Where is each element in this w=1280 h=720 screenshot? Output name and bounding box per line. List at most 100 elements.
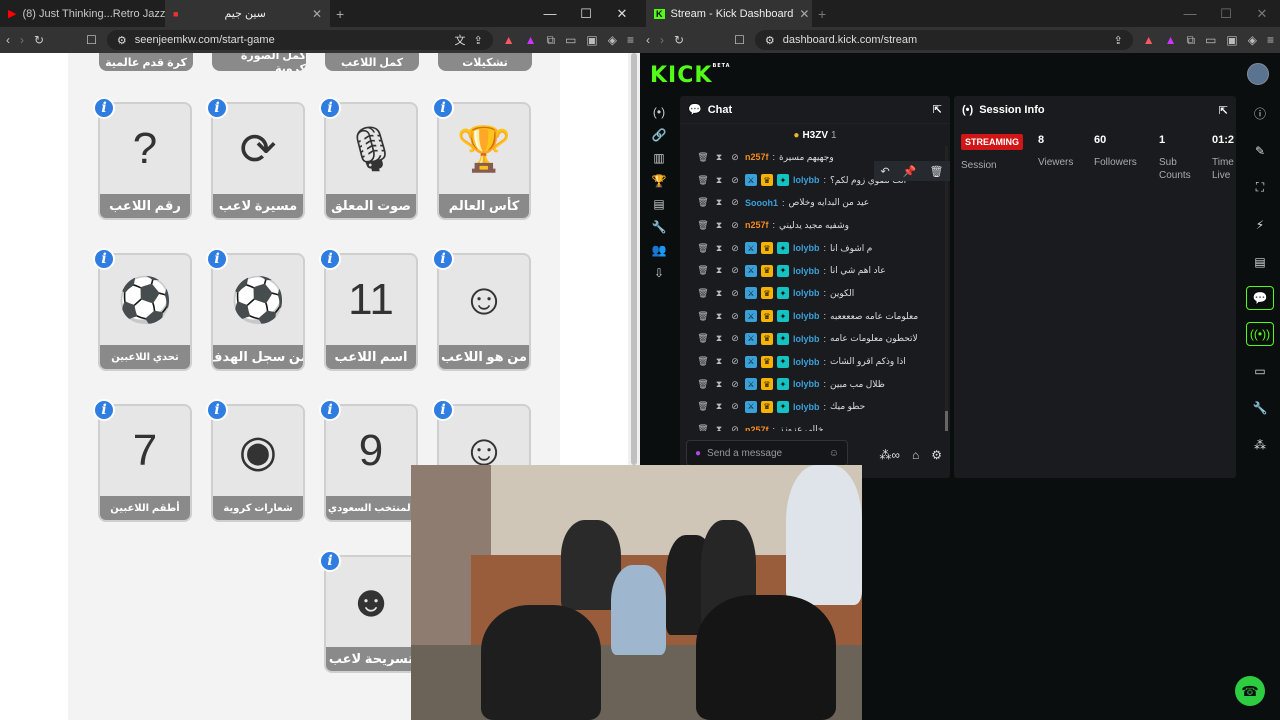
ban-icon[interactable]: ⊘ (729, 401, 741, 412)
chat-message[interactable]: 🗑 ⧗ ⊘ ⚔ ♛ ✦ lolybb: اذا وذكم اقرو الشات (680, 350, 950, 373)
chat-username[interactable]: lolybb (793, 334, 820, 344)
download-icon[interactable]: ⇩ (654, 266, 664, 280)
info-icon[interactable]: i (319, 399, 341, 421)
vpn-icon[interactable]: ◈ (1248, 33, 1257, 48)
chat-username[interactable]: n257f (745, 220, 769, 230)
chat-username[interactable]: lolybb (793, 357, 820, 367)
category-card-player-number[interactable]: ? رقم اللاعب (98, 102, 192, 220)
category-card-who-scored[interactable]: ⚽من سجل الهدف (211, 253, 305, 371)
timeout-icon[interactable]: ⧗ (713, 197, 725, 208)
tab-youtube[interactable]: ▶ (8) Just Thinking...Retro Jazz - YouTu… (0, 0, 165, 27)
close-window-icon[interactable]: ✕ (1244, 0, 1280, 27)
delete-icon[interactable]: 🗑 (930, 165, 944, 178)
chat-input[interactable]: ● Send a message ☺ (686, 440, 848, 466)
timeout-icon[interactable]: ⧗ (713, 175, 725, 186)
timeout-icon[interactable]: ⧗ (713, 220, 725, 231)
category-card-top[interactable]: كرة قدم عالمية (99, 53, 193, 71)
sidebar-icon[interactable]: ▭ (565, 33, 576, 48)
chat-username[interactable]: lolybb (793, 311, 820, 321)
pin-icon[interactable]: 📌 (903, 165, 917, 178)
user-avatar[interactable] (1247, 63, 1269, 85)
document-icon[interactable]: ▤ (1246, 243, 1274, 280)
category-card-player-kits[interactable]: 7 أطقم اللاعبين (98, 404, 192, 522)
ban-icon[interactable]: ⊘ (729, 220, 741, 231)
tab-seenjeem[interactable]: ■ سين جيم ✕ (165, 0, 330, 27)
share-icon[interactable]: ⇪ (473, 34, 482, 47)
chat-message[interactable]: 🗑 ⧗ ⊘ n257f: خالي عزوزز (680, 418, 950, 431)
chat-toggle-icon[interactable]: 💬 (1246, 286, 1274, 310)
ban-icon[interactable]: ⊘ (729, 424, 741, 431)
category-card-player-name[interactable]: 11 اسم اللاعب (324, 253, 418, 371)
ban-icon[interactable]: ⊘ (729, 356, 741, 367)
trash-icon[interactable]: 🗑 (697, 152, 709, 163)
chat-username[interactable]: lolybb (793, 243, 820, 253)
ban-icon[interactable]: ⊘ (729, 243, 741, 254)
chat-username[interactable]: n257f (745, 425, 769, 431)
ban-icon[interactable]: ⊘ (729, 288, 741, 299)
trash-icon[interactable]: 🗑 (697, 265, 709, 276)
timeout-icon[interactable]: ⧗ (713, 152, 725, 163)
rewards-icon[interactable]: ▲ (1165, 33, 1177, 48)
trash-icon[interactable]: 🗑 (697, 379, 709, 390)
new-tab-icon[interactable]: + (336, 6, 344, 22)
close-tab-icon[interactable]: ✕ (799, 7, 809, 21)
share-icon[interactable]: ⇪ (1113, 34, 1122, 47)
support-button[interactable]: ☎ (1235, 676, 1265, 706)
maximize-icon[interactable]: ☐ (1208, 0, 1244, 27)
timeout-icon[interactable]: ⧗ (713, 243, 725, 254)
minimize-icon[interactable]: — (1172, 0, 1208, 27)
trash-icon[interactable]: 🗑 (697, 311, 709, 322)
info-icon[interactable]: i (319, 248, 341, 270)
menu-icon[interactable]: ≡ (1267, 33, 1274, 48)
wrench-icon[interactable]: 🔧 (1246, 389, 1274, 426)
info-icon[interactable]: i (319, 550, 341, 572)
trash-icon[interactable]: 🗑 (697, 243, 709, 254)
reply-icon[interactable]: ↶ (881, 165, 890, 178)
chat-username[interactable]: n257f (745, 152, 769, 162)
chat-message[interactable]: 🗑 ⧗ ⊘ ⚔ ♛ ✦ lolybb: عاد اهم شي انا (680, 259, 950, 282)
wallet-icon[interactable]: ▣ (1226, 33, 1237, 48)
chat-message[interactable]: 🗑 ⧗ ⊘ ⚔ ♛ ✦ lolybb: لاتحطون معلومات عامه (680, 328, 950, 351)
chat-username[interactable]: lolybb (793, 379, 820, 389)
trash-icon[interactable]: 🗑 (697, 424, 709, 431)
menu-icon[interactable]: ≡ (627, 33, 634, 48)
extensions-icon[interactable]: ⧉ (1186, 33, 1195, 48)
info-icon[interactable]: i (432, 97, 454, 119)
timeout-icon[interactable]: ⧗ (713, 424, 725, 431)
chat-message[interactable]: 🗑 ⧗ ⊘ Soooh1: عيد من البدايه وخلاص (680, 191, 950, 214)
back-icon[interactable]: ‹ (6, 33, 10, 47)
vpn-icon[interactable]: ◈ (608, 33, 617, 48)
chat-settings-icon[interactable]: ⚙ (931, 448, 942, 462)
trophy-icon[interactable]: 🏆 (652, 174, 667, 188)
pencil-icon[interactable]: ✎ (1246, 132, 1274, 169)
connections-icon[interactable]: ⁂ (1246, 426, 1274, 463)
category-card-top[interactable]: تشكيلات (438, 53, 532, 71)
info-icon[interactable]: i (206, 248, 228, 270)
chat-message[interactable]: 🗑 ⧗ ⊘ ⚔ ♛ ✦ lolybb: معلومات عامه صععععبه (680, 305, 950, 328)
bookmark-icon[interactable]: ☐ (734, 33, 745, 47)
trash-icon[interactable]: 🗑 (697, 356, 709, 367)
trash-icon[interactable]: 🗑 (697, 175, 709, 186)
brave-shield-icon[interactable]: ▲ (1143, 33, 1155, 48)
chat-message[interactable]: 🗑 ⧗ ⊘ ⚔ ♛ ✦ lolybb: م اشوف انا (680, 237, 950, 260)
kick-logo[interactable]: KICKBETA (650, 63, 731, 88)
forward-icon[interactable]: › (660, 33, 664, 47)
category-card-who-is-player[interactable]: ☺ من هو اللاعب (437, 253, 531, 371)
info-icon[interactable]: i (93, 248, 115, 270)
info-icon[interactable]: i (206, 399, 228, 421)
ban-icon[interactable]: ⊘ (729, 311, 741, 322)
category-card-top[interactable]: كمل اللاعب (325, 53, 419, 71)
popout-icon[interactable]: ⇱ (1219, 104, 1228, 117)
broadcast-icon[interactable]: (•) (653, 105, 665, 119)
close-window-icon[interactable]: ✕ (604, 0, 640, 27)
address-bar[interactable]: ⚙ seenjeemkw.com/start-game 文 ⇪ (106, 30, 493, 50)
info-circle-icon[interactable]: ⓘ (1246, 95, 1274, 132)
category-card-saudi-team[interactable]: 9 المنتخب السعودي (324, 404, 418, 522)
timeout-icon[interactable]: ⧗ (713, 356, 725, 367)
chat-scrollbar[interactable] (945, 146, 948, 431)
trash-icon[interactable]: 🗑 (697, 333, 709, 344)
timeout-icon[interactable]: ⧗ (713, 311, 725, 322)
timeout-icon[interactable]: ⧗ (713, 265, 725, 276)
back-icon[interactable]: ‹ (646, 33, 650, 47)
wallet-icon[interactable]: ▣ (586, 33, 597, 48)
